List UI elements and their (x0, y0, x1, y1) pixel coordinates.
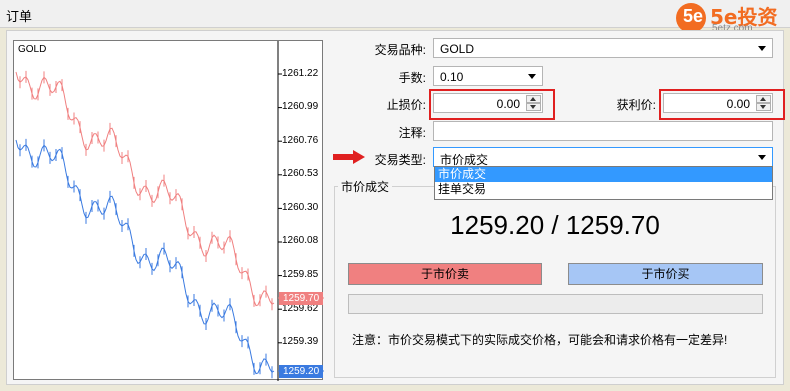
highlight-box (659, 89, 785, 120)
market-group-title: 市价成交 (338, 178, 393, 195)
price-tick: 1260.76 (282, 135, 319, 146)
dropdown-option-market[interactable]: 市价成交 (435, 167, 772, 182)
execution-progress-bar (348, 294, 763, 314)
price-tick: 1260.08 (282, 235, 319, 246)
chart-symbol: GOLD (18, 44, 47, 55)
type-dropdown-list[interactable]: 市价成交 挂单交易 (434, 166, 773, 200)
ask-price-tag: 1259.70 (279, 292, 323, 305)
highlight-box (429, 89, 555, 120)
takeprofit-label: 获利价: (616, 98, 656, 112)
chevron-down-icon (758, 155, 766, 160)
comment-label: 注释: (398, 126, 426, 140)
chart-canvas (15, 41, 324, 381)
bid-series (15, 138, 275, 379)
price-tick: 1260.53 (282, 168, 319, 179)
price-tick: 1260.99 (282, 101, 319, 112)
stoploss-label: 止损价: (386, 98, 426, 112)
bid-price-tag: 1259.20 (279, 365, 323, 378)
chevron-down-icon (528, 74, 536, 79)
comment-input[interactable] (433, 121, 773, 141)
volume-select[interactable]: 0.10 (433, 66, 543, 86)
price-tick: 1261.22 (282, 68, 319, 79)
window-title: 订单 (6, 9, 33, 24)
chevron-down-icon (758, 46, 766, 51)
series-line (15, 71, 275, 307)
buy-at-market-button[interactable]: 于市价买 (568, 263, 763, 285)
sell-at-market-button[interactable]: 于市价卖 (348, 263, 542, 285)
ask-series (15, 70, 275, 311)
bid-ask-quote: 1259.20 / 1259.70 (450, 210, 660, 240)
type-select[interactable]: 市价成交 (433, 147, 773, 167)
title-bar: 订单 5e 5e投资 5etz.com (0, 0, 790, 34)
symbol-label: 交易品种: (374, 43, 426, 57)
price-tick: 1259.85 (282, 269, 319, 280)
price-tick: 1259.39 (282, 336, 319, 347)
market-notice: 注意：市价交易模式下的实际成交价格，可能会和请求价格有一定差异! (352, 333, 728, 347)
type-label: 交易类型: (374, 153, 426, 167)
dropdown-option-pending[interactable]: 挂单交易 (435, 182, 772, 197)
logo-badge: 5e (676, 3, 706, 33)
price-chart: GOLD 1261.22 1260.99 1260.76 1260.53 126… (13, 40, 324, 381)
symbol-select[interactable]: GOLD (433, 38, 773, 58)
volume-label: 手数: (398, 71, 426, 85)
price-tick: 1260.30 (282, 202, 319, 213)
